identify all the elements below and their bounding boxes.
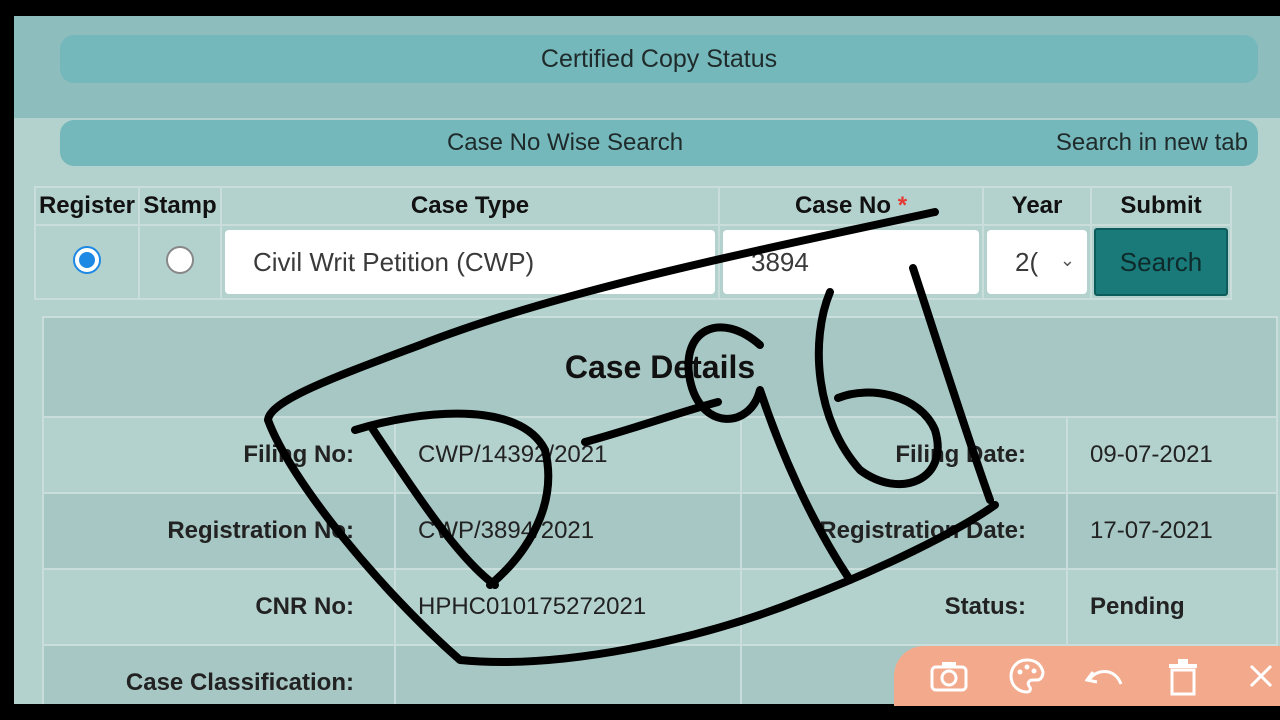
table-row: Registration No: CWP/3894/2021 Registrat… — [42, 492, 1278, 570]
year-select[interactable]: 2( ⌄ — [987, 230, 1087, 294]
required-mark: * — [897, 192, 908, 219]
col-case-no-label: Case No — [794, 192, 892, 219]
search-mode-title: Case No Wise Search — [446, 129, 684, 156]
stamp-radio[interactable] — [166, 245, 194, 274]
search-mode-bar: Case No Wise Search Search in new tab — [60, 120, 1258, 166]
case-type-value: Civil Writ Petition (CWP) — [253, 246, 535, 277]
detail-value: CWP/14392/2021 — [394, 416, 742, 494]
search-form: Register Stamp Case Type Case No * Year … — [34, 186, 1232, 300]
detail-label: Registration No: — [42, 492, 396, 570]
search-new-tab-link[interactable]: Search in new tab — [1056, 129, 1248, 157]
case-type-select[interactable]: Civil Writ Petition (CWP) — [225, 230, 715, 294]
palette-icon[interactable] — [1002, 651, 1052, 701]
col-case-type: Case Type — [220, 186, 720, 226]
col-case-no: Case No * — [718, 186, 984, 226]
detail-label: Filing No: — [42, 416, 396, 494]
detail-value: CWP/3894/2021 — [394, 492, 742, 570]
close-icon[interactable] — [1236, 651, 1280, 701]
detail-value: 09-07-2021 — [1066, 416, 1278, 494]
detail-label: Registration Date: — [740, 492, 1068, 570]
case-no-input[interactable]: 3894 — [723, 230, 979, 294]
camera-icon[interactable] — [924, 651, 974, 701]
year-cell: 2( ⌄ — [982, 224, 1092, 300]
col-stamp: Stamp — [138, 186, 222, 226]
chevron-down-icon: ⌄ — [1059, 250, 1075, 270]
stamp-cell — [138, 224, 222, 300]
register-cell — [34, 224, 140, 300]
undo-icon[interactable] — [1080, 651, 1130, 701]
case-details-heading: Case Details — [42, 316, 1278, 418]
page-title: Certified Copy Status — [60, 35, 1258, 83]
table-row: Filing No: CWP/14392/2021 Filing Date: 0… — [42, 416, 1278, 494]
case-type-cell: Civil Writ Petition (CWP) — [220, 224, 720, 300]
detail-value: HPHC010175272021 — [394, 568, 742, 646]
col-year: Year — [982, 186, 1092, 226]
status-badge: Pending — [1066, 568, 1278, 646]
register-radio[interactable] — [73, 245, 101, 274]
col-register: Register — [34, 186, 140, 226]
detail-label: Filing Date: — [740, 416, 1068, 494]
table-row: CNR No: HPHC010175272021 Status: Pending — [42, 568, 1278, 646]
submit-cell: Search — [1090, 224, 1232, 300]
case-no-value: 3894 — [751, 246, 809, 277]
detail-label: Case Classification: — [42, 644, 396, 704]
annotation-toolbar — [894, 646, 1280, 706]
app-screen: Certified Copy Status Case No Wise Searc… — [14, 16, 1280, 704]
col-submit: Submit — [1090, 186, 1232, 226]
detail-label: Status: — [740, 568, 1068, 646]
case-no-cell: 3894 — [718, 224, 984, 300]
search-button[interactable]: Search — [1094, 228, 1228, 296]
detail-label: CNR No: — [42, 568, 396, 646]
trash-icon[interactable] — [1158, 651, 1208, 701]
detail-value: 17-07-2021 — [1066, 492, 1278, 570]
detail-value — [394, 644, 742, 704]
year-value: 2( — [1015, 246, 1039, 277]
